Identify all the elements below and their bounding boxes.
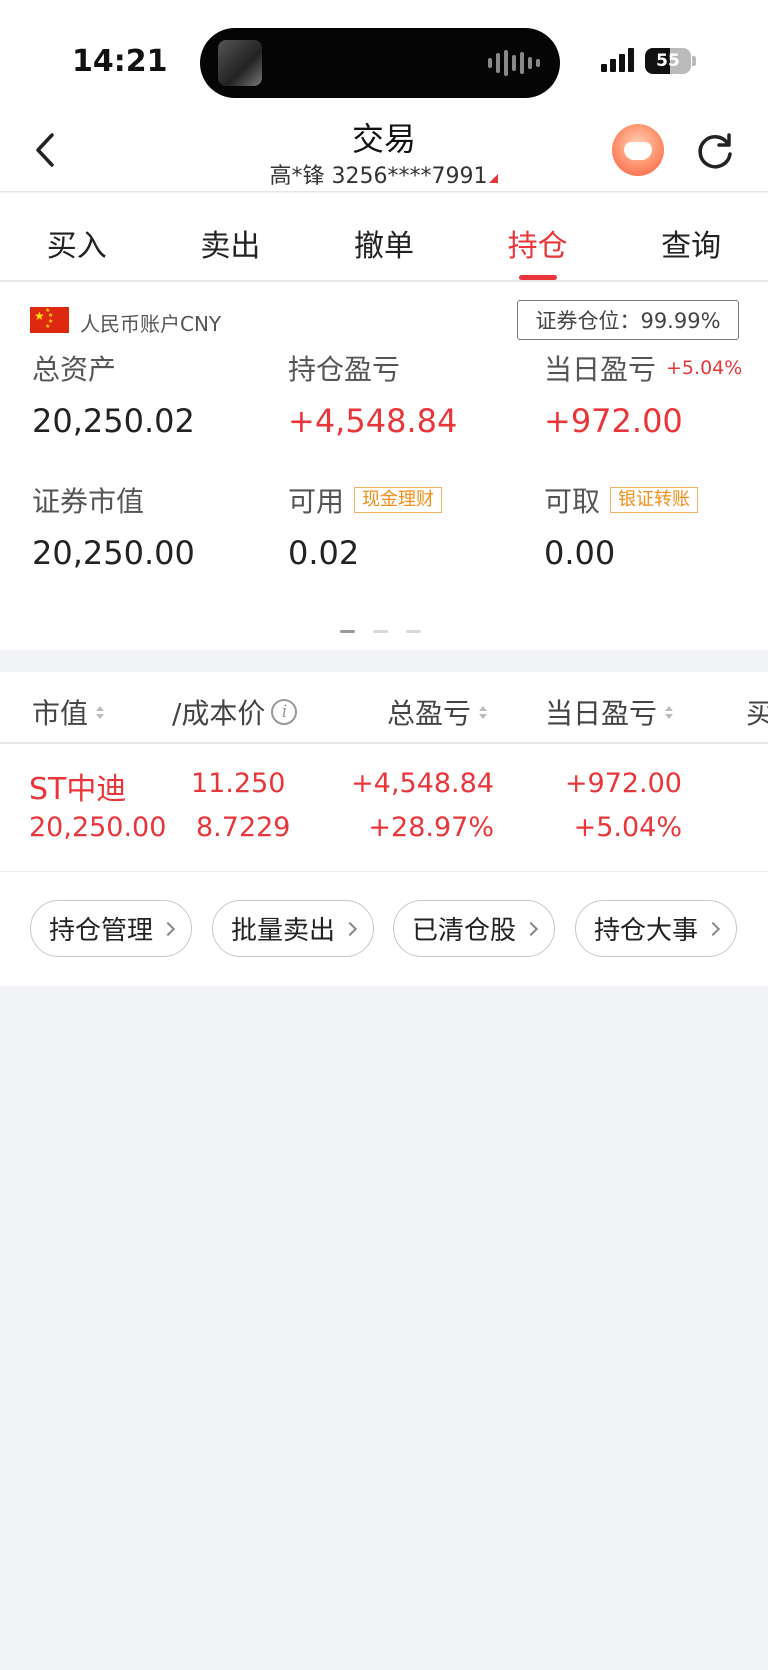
active-tab-indicator — [518, 275, 557, 280]
currency-account-label: 人民币账户CNY — [80, 312, 222, 336]
holding-row[interactable]: ST中迪 20,250.00 11.250 8.7229 +4,548.84 +… — [0, 744, 768, 872]
cellular-signal-icon — [601, 48, 634, 72]
stock-daily-pnl: +972.00 — [564, 768, 682, 799]
withdrawable-funds: 可取 银证转账 0.00 — [544, 480, 699, 572]
daily-pnl-label-row: 当日盈亏 +5.04% — [544, 348, 742, 388]
batch-sell-button[interactable]: 批量卖出 — [212, 900, 374, 957]
tab-query[interactable]: 查询 — [614, 193, 768, 280]
col-cost-price[interactable]: /成本价 i — [172, 692, 298, 732]
page-dot-3 — [406, 630, 421, 633]
status-bar: 14:21 55 — [0, 0, 768, 110]
mascot-face-icon — [624, 142, 652, 160]
total-assets-value: 20,250.02 — [32, 402, 195, 440]
stock-name: ST中迪 — [29, 772, 127, 807]
holding-events-label: 持仓大事 — [593, 916, 698, 946]
nav-header: 交易 高*锋 3256****7991 — [0, 110, 768, 192]
available-label-row: 可用 现金理财 — [288, 480, 443, 520]
batch-sell-label: 批量卖出 — [230, 916, 335, 946]
trade-tabs: 买入 卖出 撤单 持仓 查询 — [0, 193, 768, 282]
sort-icon — [96, 705, 105, 719]
stock-market-value: 20,250.00 — [29, 812, 167, 843]
battery-icon: 55 — [645, 48, 691, 74]
audio-waveform-icon — [488, 50, 540, 76]
col-cost-price-label: /成本价 — [172, 697, 266, 730]
refresh-icon[interactable] — [694, 130, 736, 172]
stock-total-pnl: +4,548.84 — [351, 768, 494, 799]
withdrawable-label: 可取 — [544, 485, 601, 518]
chevron-right-icon — [342, 921, 358, 936]
account-summary: ★ ★ ★ ★ ★ 人民币账户CNY 证券仓位：99.99% 总资产 20,25… — [0, 282, 768, 650]
cleared-stocks-button[interactable]: 已清仓股 — [393, 900, 555, 957]
daily-pnl-value: +972.00 — [544, 402, 683, 440]
holding-actions: 持仓管理 批量卖出 已清仓股 持仓大事 — [0, 900, 768, 960]
holding-events-button[interactable]: 持仓大事 — [575, 900, 737, 957]
col-buy-partial[interactable]: 买 — [746, 692, 768, 732]
withdrawable-label-row: 可取 银证转账 — [544, 480, 699, 520]
position-management-label: 持仓管理 — [48, 916, 153, 946]
holding-pnl-value: +4,548.84 — [288, 402, 458, 440]
assistant-avatar[interactable] — [612, 124, 664, 176]
securities-value-amount: 20,250.00 — [32, 534, 195, 572]
securities-value-label: 证券市值 — [32, 485, 145, 518]
battery-tip — [692, 56, 696, 66]
total-assets-label: 总资产 — [32, 353, 117, 386]
dynamic-island[interactable] — [200, 28, 560, 98]
page-indicator — [340, 630, 421, 633]
holding-pnl: 持仓盈亏 +4,548.84 — [288, 348, 457, 440]
stock-total-pnl-pct: +28.97% — [368, 812, 494, 843]
daily-pnl-label: 当日盈亏 — [544, 353, 657, 386]
col-daily-pnl[interactable]: 当日盈亏 — [545, 692, 674, 732]
col-total-pnl-label: 总盈亏 — [387, 697, 472, 730]
stock-price: 11.250 — [191, 768, 286, 799]
tab-buy[interactable]: 买入 — [0, 193, 154, 280]
col-total-pnl[interactable]: 总盈亏 — [387, 692, 488, 732]
position-management-button[interactable]: 持仓管理 — [30, 900, 192, 957]
col-daily-pnl-label: 当日盈亏 — [545, 697, 658, 730]
sort-icon — [665, 705, 674, 719]
stock-daily-pnl-pct: +5.04% — [573, 812, 682, 843]
now-playing-thumbnail — [218, 40, 262, 86]
holdings-section: 市值 /成本价 i 总盈亏 当日盈亏 买 ST中迪 20,250.00 11.2… — [0, 672, 768, 986]
cleared-stocks-label: 已清仓股 — [411, 916, 516, 946]
available-label: 可用 — [288, 485, 345, 518]
position-ratio-badge[interactable]: 证券仓位：99.99% — [517, 300, 739, 340]
info-icon[interactable]: i — [271, 699, 298, 725]
col-market-value[interactable]: 市值 — [32, 692, 105, 732]
chevron-right-icon — [705, 921, 721, 936]
securities-value: 证券市值 20,250.00 — [32, 480, 195, 572]
holding-pnl-label: 持仓盈亏 — [288, 353, 401, 386]
tab-holdings-label: 持仓 — [507, 229, 568, 264]
page-dot-2 — [373, 630, 388, 633]
available-value: 0.02 — [288, 534, 360, 572]
tab-holdings[interactable]: 持仓 — [461, 193, 615, 280]
tab-sell[interactable]: 卖出 — [154, 193, 308, 280]
bank-transfer-tag[interactable]: 银证转账 — [610, 487, 699, 513]
col-market-value-label: 市值 — [32, 697, 89, 730]
sort-icon — [479, 705, 488, 719]
withdrawable-value: 0.00 — [544, 534, 616, 572]
page-dot-1 — [340, 630, 355, 633]
holdings-table-header: 市值 /成本价 i 总盈亏 当日盈亏 买 — [0, 672, 768, 744]
chevron-right-icon — [523, 921, 539, 936]
daily-pnl-percent: +5.04% — [666, 357, 743, 379]
available-funds: 可用 现金理财 0.02 — [288, 480, 443, 572]
china-flag-icon: ★ ★ ★ ★ ★ — [30, 307, 69, 333]
chevron-right-icon — [160, 921, 176, 936]
status-time: 14:21 — [72, 44, 168, 79]
dropdown-triangle-icon — [489, 174, 499, 183]
account-label: 高*锋 3256****7991 — [269, 164, 488, 189]
cash-management-tag[interactable]: 现金理财 — [354, 487, 443, 513]
battery-level: 55 — [656, 51, 680, 71]
daily-pnl: 当日盈亏 +5.04% +972.00 — [544, 348, 742, 440]
tab-cancel-order[interactable]: 撤单 — [307, 193, 461, 280]
total-assets: 总资产 20,250.02 — [32, 348, 195, 440]
stock-cost: 8.7229 — [196, 812, 291, 843]
